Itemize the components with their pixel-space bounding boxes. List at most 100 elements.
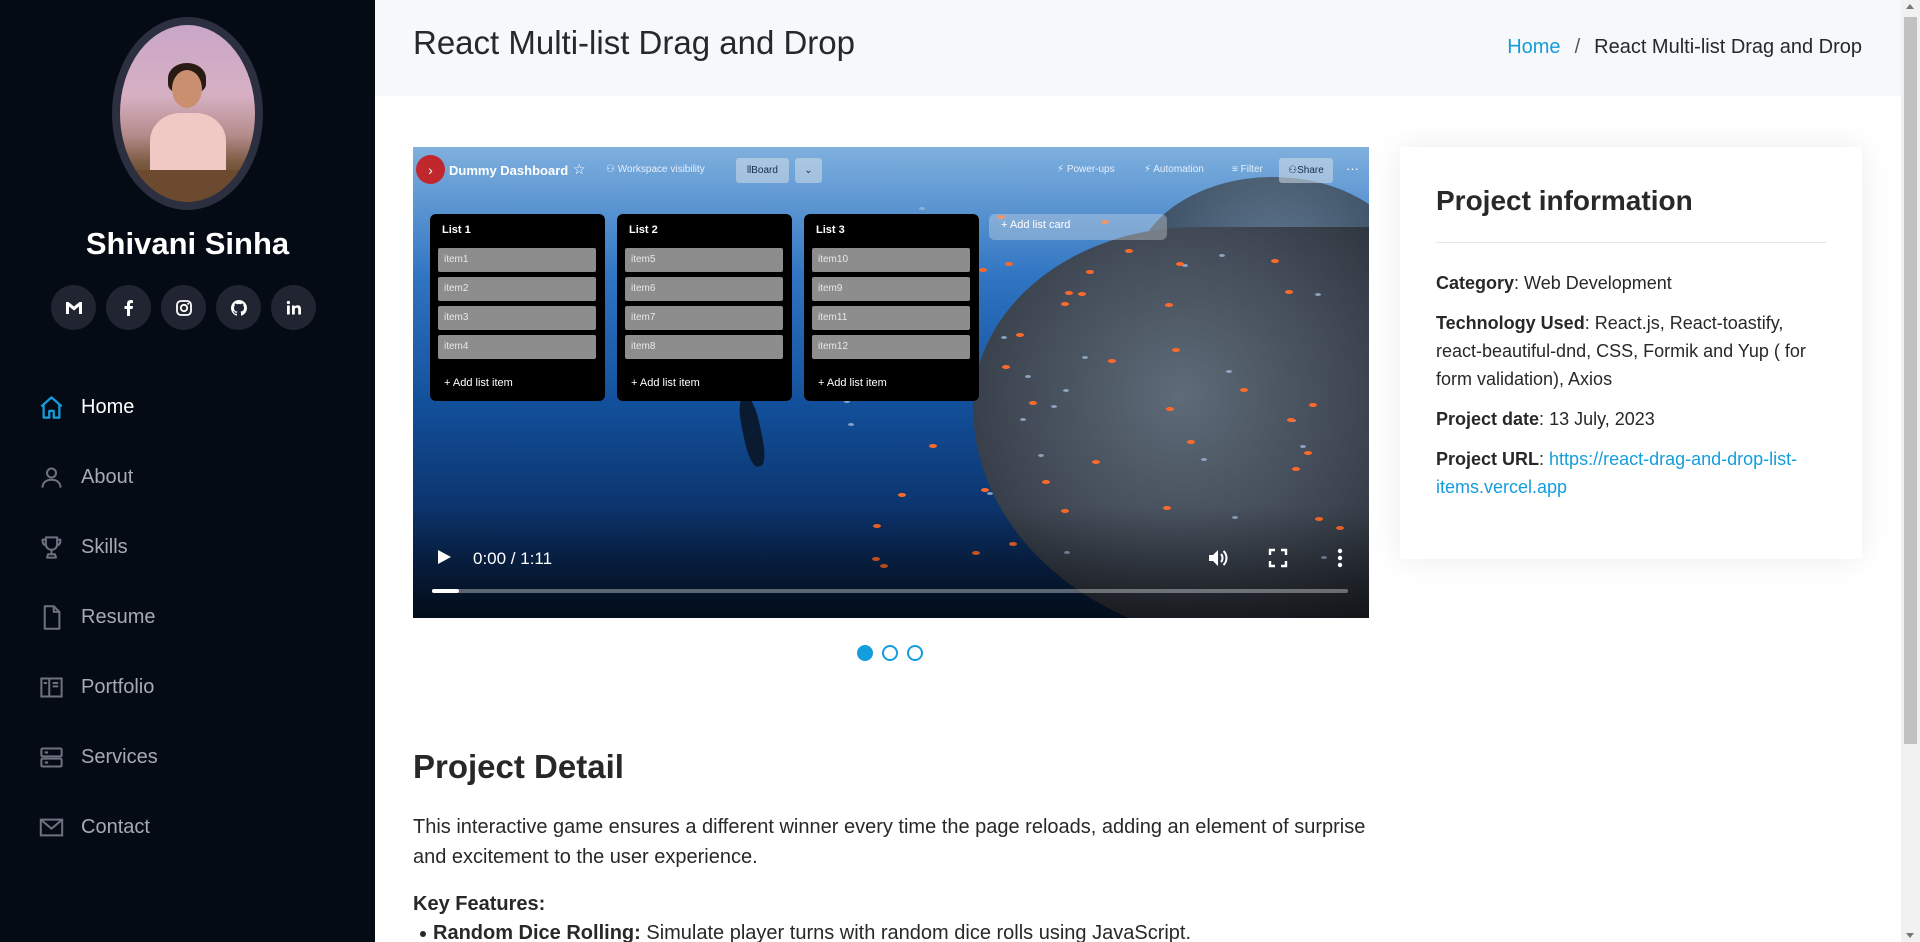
automation-label: Automation <box>1153 164 1204 175</box>
fullscreen-icon[interactable] <box>1268 548 1288 568</box>
home-icon <box>40 395 63 419</box>
nav-item-about[interactable]: About <box>38 442 358 512</box>
project-info-card: Project information Category: Web Develo… <box>1400 147 1862 559</box>
automation: ⚡ Automation <box>1144 164 1204 175</box>
fish <box>1165 406 1174 411</box>
list-item: item3 <box>438 306 596 330</box>
nav-item-services[interactable]: Services <box>38 722 358 792</box>
nav-label: Home <box>81 395 135 418</box>
more-vertical-icon[interactable] <box>1335 547 1345 569</box>
book-icon <box>40 676 63 698</box>
feature-label: Random Dice Rolling: <box>433 922 641 942</box>
nav-label: Portfolio <box>81 675 155 698</box>
add-list-item: + Add list item <box>818 377 887 389</box>
add-list-item-label: Add list item <box>639 377 700 389</box>
page-header: React Multi-list Drag and Drop Home / Re… <box>375 0 1901 96</box>
carousel-dot[interactable] <box>857 645 873 661</box>
list-item: item6 <box>625 277 783 301</box>
envelope-icon <box>39 818 64 836</box>
share-label: Share <box>1297 165 1324 176</box>
list-item: item4 <box>438 335 596 359</box>
list-item: item11 <box>812 306 970 330</box>
nav-label: Skills <box>81 535 128 558</box>
info-label: Project URL <box>1436 449 1540 469</box>
info-url: Project URL: https://react-drag-and-drop… <box>1436 449 1798 497</box>
fish <box>979 268 988 273</box>
add-list-card-label: Add list card <box>1009 219 1071 231</box>
fish <box>918 207 925 211</box>
fish <box>1004 262 1013 267</box>
nav-item-skills[interactable]: Skills <box>38 512 358 582</box>
fish <box>898 492 907 497</box>
profile-name[interactable]: Shivani Sinha <box>0 226 375 262</box>
info-technology: Technology Used: React.js, React-toastif… <box>1436 313 1806 389</box>
page-scrollbar[interactable] <box>1901 0 1920 942</box>
video-progress-fill <box>432 589 460 593</box>
info-category: Category: Web Development <box>1436 273 1672 293</box>
list-card: List 2 item5 item6 item7 item8 + Add lis… <box>617 214 792 401</box>
instagram-icon[interactable] <box>161 285 206 330</box>
list-card: List 3 item10 item9 item11 item12 + Add … <box>804 214 979 401</box>
power-ups-label: Power-ups <box>1066 164 1115 175</box>
carousel-dot[interactable] <box>907 645 923 661</box>
list-title: List 2 <box>629 224 658 236</box>
info-value: 13 July, 2023 <box>1549 409 1655 429</box>
breadcrumb-home[interactable]: Home <box>1507 36 1560 59</box>
fish <box>1124 248 1133 253</box>
avatar[interactable] <box>112 17 263 210</box>
fish <box>1172 347 1181 352</box>
breadcrumb: Home / React Multi-list Drag and Drop <box>1507 36 1862 59</box>
bullet <box>420 931 426 937</box>
nav-label: Contact <box>81 815 150 838</box>
list-item: item7 <box>625 306 783 330</box>
github-icon[interactable] <box>216 285 261 330</box>
board-title: Dummy Dashboard <box>449 163 569 178</box>
add-list-card: + Add list card <box>989 214 1167 240</box>
list-title: List 3 <box>816 224 845 236</box>
play-icon[interactable] <box>436 549 452 565</box>
info-date: Project date: 13 July, 2023 <box>1436 409 1655 429</box>
facebook-icon[interactable] <box>106 285 151 330</box>
fish <box>1291 466 1300 471</box>
scrollbar-thumb[interactable] <box>1904 17 1917 744</box>
board-toolbar: › Dummy Dashboard ☆ ⚇ Workspace visibili… <box>413 147 1369 195</box>
info-heading: Project information <box>1436 185 1693 216</box>
fish <box>1187 439 1196 444</box>
filter-label: Filter <box>1240 164 1263 175</box>
fish <box>1024 375 1031 379</box>
scroll-up-arrow[interactable] <box>1906 4 1914 9</box>
social-links <box>51 285 316 330</box>
fish <box>1037 453 1044 457</box>
main-nav: Home About Skills Resume Portfolio Servi… <box>38 372 358 862</box>
video-progress-bar[interactable] <box>432 589 1348 593</box>
carousel-dot[interactable] <box>882 645 898 661</box>
video-time: 0:00 / 1:11 <box>473 549 553 568</box>
linkedin-icon[interactable] <box>271 285 316 330</box>
divider <box>1436 242 1826 243</box>
fish <box>1020 417 1027 421</box>
breadcrumb-current: React Multi-list Drag and Drop <box>1594 36 1862 58</box>
fish <box>1091 460 1100 464</box>
list-item: item1 <box>438 248 596 272</box>
list-item: item2 <box>438 277 596 301</box>
server-icon <box>40 746 63 768</box>
star-icon: ☆ <box>573 161 586 177</box>
nav-item-contact[interactable]: Contact <box>38 792 358 862</box>
nav-item-home[interactable]: Home <box>38 372 358 442</box>
nav-item-portfolio[interactable]: Portfolio <box>38 652 358 722</box>
fish <box>986 491 993 495</box>
scroll-down-arrow[interactable] <box>1906 933 1914 938</box>
fish <box>1226 369 1233 373</box>
sidebar: Shivani Sinha Home About Skills Resume P… <box>0 0 375 942</box>
info-list: Category: Web Development Technology Use… <box>1436 269 1821 513</box>
diver-silhouette <box>735 395 769 469</box>
gmail-icon[interactable] <box>51 285 96 330</box>
list-card: List 1 item1 item2 item3 item4 + Add lis… <box>430 214 605 401</box>
volume-icon[interactable] <box>1208 548 1230 568</box>
fish <box>1064 290 1073 295</box>
filter: ≡ Filter <box>1232 164 1263 175</box>
nav-item-resume[interactable]: Resume <box>38 582 358 652</box>
more-icon: ··· <box>1346 161 1359 176</box>
project-video[interactable]: › Dummy Dashboard ☆ ⚇ Workspace visibili… <box>413 147 1369 618</box>
fish <box>1077 291 1086 296</box>
